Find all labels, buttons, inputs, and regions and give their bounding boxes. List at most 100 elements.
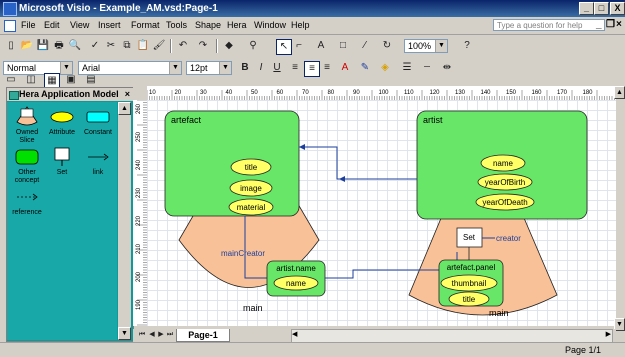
chevron-down-icon[interactable]: ▼ <box>219 62 231 74</box>
ruler-label: 260 <box>136 103 142 114</box>
fill-color-icon[interactable]: ◈ <box>378 61 392 75</box>
scroll-up-icon[interactable]: ▲ <box>614 86 625 99</box>
cut-icon[interactable]: ✂ <box>104 39 118 53</box>
line-weight-icon[interactable]: ☰ <box>400 61 414 75</box>
print-preview-icon[interactable]: 🔍 <box>68 39 82 53</box>
horizontal-scrollbar[interactable]: ◀ ▶ <box>291 329 613 343</box>
close-button[interactable]: X <box>610 2 625 15</box>
menu-file[interactable]: File <box>21 20 36 30</box>
last-page-icon[interactable]: ⏭ <box>163 328 177 342</box>
line-ends-icon[interactable]: ⇹ <box>440 61 454 75</box>
ask-question-input[interactable]: Type a question for help <box>493 19 605 31</box>
shapes-icon[interactable]: ◆ <box>222 39 236 53</box>
close-icon[interactable]: × <box>125 88 130 101</box>
standard-toolbar: ▯ 📂 💾 🖶 🔍 ✓ ✂ ⧉ 📋 🖌 ↶ ↷ ◆ ⚲ ↖ ⌐ A □ ⁄ ↻ … <box>0 35 625 57</box>
paste-icon[interactable]: 📋 <box>136 39 150 53</box>
line-color-icon[interactable]: ✎ <box>358 61 372 75</box>
scroll-left-icon[interactable]: ◀ <box>292 330 297 338</box>
text-tool-icon[interactable]: A <box>314 39 328 53</box>
menu-help[interactable]: Help <box>291 20 310 30</box>
copy-icon[interactable]: ⧉ <box>120 39 134 53</box>
pointer-tool-icon[interactable]: ↖ <box>276 39 292 55</box>
stencil-attribute[interactable]: Attribute <box>44 106 80 137</box>
new-icon[interactable]: ▯ <box>4 39 18 53</box>
line-pattern-icon[interactable]: ┄ <box>420 61 434 75</box>
attribute-label: image <box>240 184 262 193</box>
maximize-button[interactable]: □ <box>594 2 609 15</box>
scroll-down-icon[interactable]: ▼ <box>118 327 131 340</box>
chevron-down-icon[interactable]: ▼ <box>169 62 181 74</box>
stencil-link[interactable]: link <box>80 146 116 177</box>
separator <box>170 39 172 53</box>
doc-close-button[interactable]: × <box>616 19 622 30</box>
canvas-vertical-scrollbar[interactable]: ▲ ▼ <box>614 86 625 331</box>
artefact-panel-title: artefact.panel <box>447 263 496 272</box>
redo-icon[interactable]: ↷ <box>196 39 210 53</box>
font-size-combo[interactable]: 12pt ▼ <box>186 61 232 75</box>
line-tool-icon[interactable]: ⁄ <box>358 39 372 53</box>
other-concept-icon <box>9 146 45 168</box>
open-icon[interactable]: 📂 <box>20 39 34 53</box>
document-icon[interactable] <box>4 20 16 32</box>
align-right-icon[interactable]: ≡ <box>320 61 334 75</box>
font-color-icon[interactable]: A <box>338 61 352 75</box>
menu-tools[interactable]: Tools <box>166 20 187 30</box>
format-painter-icon[interactable]: 🖌 <box>152 39 166 53</box>
left-slice-label: main <box>243 303 263 313</box>
bold-button[interactable]: B <box>238 61 252 75</box>
stencil-constant[interactable]: Constant <box>80 106 116 137</box>
stencil-other-concept[interactable]: Other concept <box>9 146 45 185</box>
zoom-combo[interactable]: 100% ▼ <box>404 39 448 53</box>
underline-button[interactable]: U <box>270 61 284 75</box>
reference-link[interactable] <box>299 146 417 180</box>
minimize-button[interactable]: _ <box>579 2 594 15</box>
ruler-label: 230 <box>136 187 142 198</box>
italic-button[interactable]: I <box>254 61 268 75</box>
scroll-right-icon[interactable]: ▶ <box>606 330 611 338</box>
page-indicator: Page 1/1 <box>565 345 602 355</box>
menu-window[interactable]: Window <box>254 20 286 30</box>
tab-page-1[interactable]: Page-1 <box>176 329 230 342</box>
spelling-icon[interactable]: ✓ <box>88 39 102 53</box>
menu-format[interactable]: Format <box>131 20 160 30</box>
attribute-label: name <box>493 159 514 168</box>
menu-view[interactable]: View <box>70 20 89 30</box>
chevron-down-icon[interactable]: ▼ <box>435 40 447 52</box>
drawing-canvas[interactable]: artefact title image material mainCreato… <box>147 100 616 326</box>
menu-edit[interactable]: Edit <box>44 20 60 30</box>
undo-icon[interactable]: ↶ <box>176 39 190 53</box>
ruler-label: 70 <box>302 90 309 96</box>
menu-insert[interactable]: Insert <box>98 20 121 30</box>
hera-tool-5-icon[interactable]: ▤ <box>84 73 98 87</box>
stencil-reference[interactable]: reference <box>9 186 45 217</box>
ruler-label: 220 <box>136 215 142 226</box>
ruler-label: 50 <box>251 90 258 96</box>
save-icon[interactable]: 💾 <box>36 39 50 53</box>
menu-hera[interactable]: Hera <box>227 20 247 30</box>
align-left-icon[interactable]: ≡ <box>288 61 302 75</box>
stencil-owned-slice[interactable]: Owned Slice <box>9 106 45 145</box>
stencil-label: link <box>92 169 104 176</box>
stencil-area: Owned Slice Attribute Constant Other con… <box>7 102 117 340</box>
menu-shape[interactable]: Shape <box>195 20 221 30</box>
help-icon[interactable]: ? <box>460 39 474 53</box>
rotation-icon[interactable]: ↻ <box>380 39 394 53</box>
doc-restore-button[interactable]: ❐ <box>606 19 615 30</box>
connector-tool-icon[interactable]: ⌐ <box>292 39 306 53</box>
hera-tool-2-icon[interactable]: ◫ <box>24 73 38 87</box>
stencil-scrollbar[interactable]: ▲ ▼ <box>118 102 131 340</box>
ruler-label: 140 <box>481 90 492 96</box>
stencil-set[interactable]: Set <box>44 146 80 177</box>
vertical-ruler[interactable]: 260 250 240 230 220 210 200 190 <box>133 99 147 326</box>
hyperlink-icon[interactable]: ⚲ <box>246 39 260 53</box>
scroll-up-icon[interactable]: ▲ <box>118 102 131 115</box>
align-center-icon[interactable]: ≡ <box>304 61 320 77</box>
artefact-box[interactable] <box>164 110 300 217</box>
hera-tool-1-icon[interactable]: ▭ <box>4 73 18 87</box>
owned-slice-icon <box>9 106 45 128</box>
doc-minimize-button[interactable]: _ <box>596 19 602 30</box>
horizontal-ruler[interactable]: 10 20 30 40 50 60 70 80 90 100 110 120 130 140 150 160 1… <box>146 86 616 100</box>
hera-tool-4-icon[interactable]: ▣ <box>64 73 78 87</box>
print-icon[interactable]: 🖶 <box>52 39 66 53</box>
rectangle-tool-icon[interactable]: □ <box>336 39 350 53</box>
